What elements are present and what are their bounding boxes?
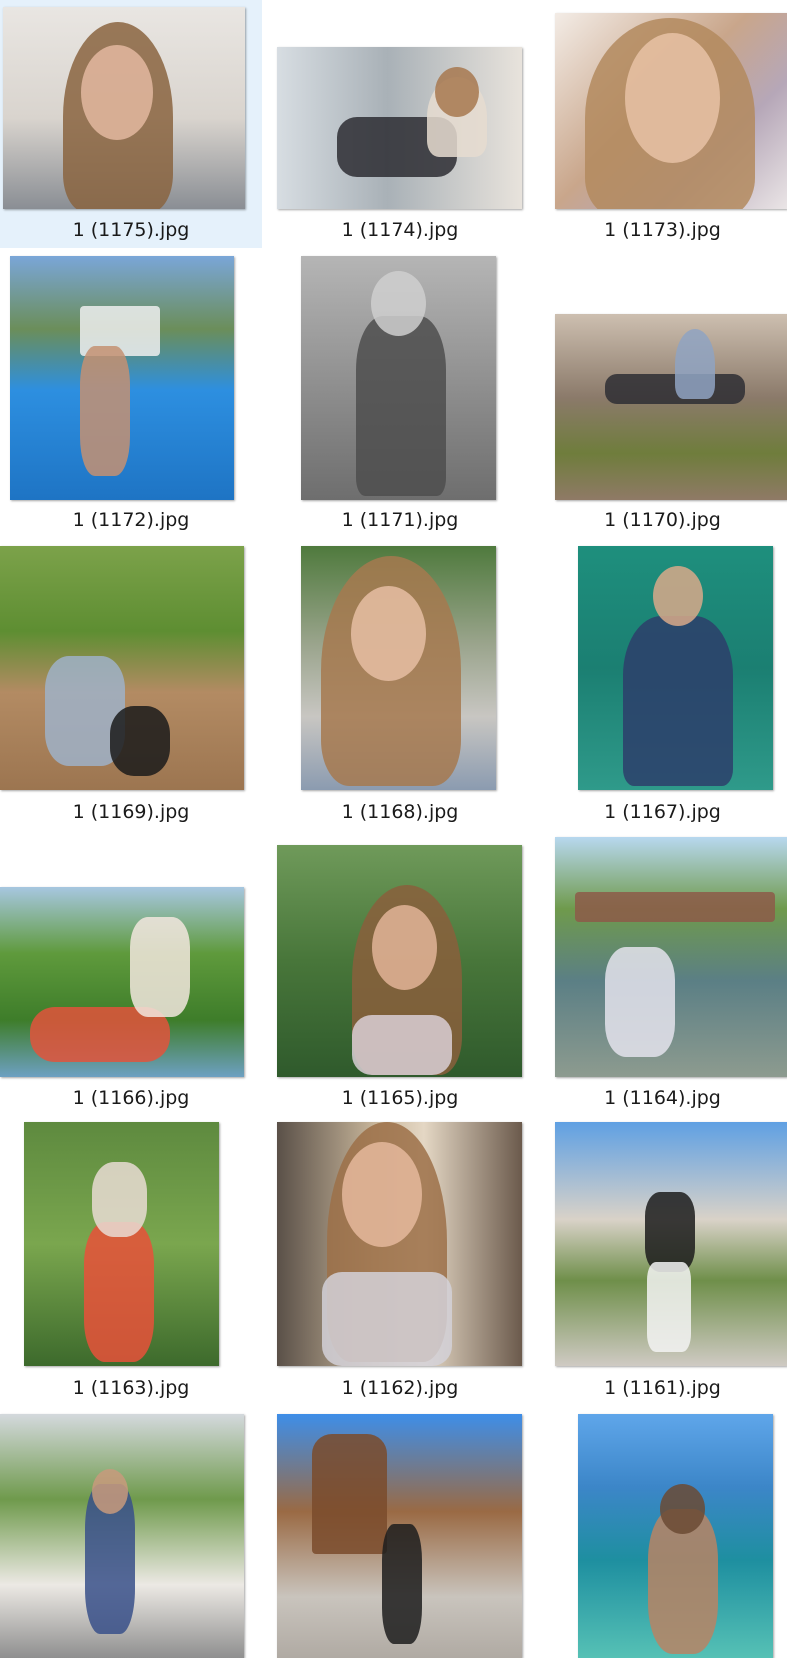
file-name-label: 1 (1162).jpg	[341, 1377, 459, 1399]
file-tile[interactable]: 1 (1175).jpg	[0, 0, 262, 248]
file-name-label: 1 (1170).jpg	[604, 509, 721, 531]
thumbnail-image	[0, 546, 244, 790]
file-tile[interactable]: 1 (1173).jpg	[538, 0, 787, 248]
file-tile[interactable]: 1 (1165).jpg	[262, 832, 538, 1122]
file-tile[interactable]: 1 (1162).jpg	[262, 1122, 538, 1414]
thumbnail-image	[555, 13, 787, 209]
file-name-label: 1 (1172).jpg	[72, 509, 190, 531]
file-tile[interactable]: 1 (1174).jpg	[262, 0, 538, 248]
thumbnail-image	[555, 1122, 787, 1366]
thumbnail-image	[301, 256, 496, 500]
thumbnail-image	[24, 1122, 219, 1366]
file-tile[interactable]: 1 (1163).jpg	[0, 1122, 262, 1414]
file-tile[interactable]: 1 (1172).jpg	[0, 248, 262, 540]
thumbnail-image	[0, 887, 244, 1077]
thumbnail-image	[555, 837, 787, 1077]
file-name-label: 1 (1169).jpg	[72, 801, 190, 823]
file-tile[interactable]: 1 (1164).jpg	[538, 832, 787, 1122]
file-tile[interactable]: 1 (1169).jpg	[0, 540, 262, 832]
file-tile[interactable]	[0, 1414, 262, 1658]
file-name-label: 1 (1166).jpg	[72, 1087, 190, 1109]
thumbnail-image	[277, 1122, 522, 1366]
file-name-label: 1 (1175).jpg	[72, 219, 190, 241]
thumbnail-image	[277, 47, 522, 209]
file-thumbnail-grid: 1 (1175).jpg 1 (1174).jpg 1 (1173).jpg 1…	[0, 0, 787, 1658]
thumbnail-image	[3, 7, 245, 209]
thumbnail-image	[555, 314, 787, 500]
file-tile[interactable]: 1 (1168).jpg	[262, 540, 538, 832]
thumbnail-image	[0, 1414, 244, 1658]
file-name-label: 1 (1173).jpg	[604, 219, 721, 241]
file-name-label: 1 (1163).jpg	[72, 1377, 190, 1399]
file-tile[interactable]: 1 (1170).jpg	[538, 248, 787, 540]
file-tile[interactable]: 1 (1161).jpg	[538, 1122, 787, 1414]
thumbnail-image	[277, 845, 522, 1077]
thumbnail-image	[301, 546, 496, 790]
file-tile[interactable]	[538, 1414, 787, 1658]
file-name-label: 1 (1165).jpg	[341, 1087, 459, 1109]
file-tile[interactable]	[262, 1414, 538, 1658]
file-tile[interactable]: 1 (1171).jpg	[262, 248, 538, 540]
file-tile[interactable]: 1 (1167).jpg	[538, 540, 787, 832]
file-name-label: 1 (1174).jpg	[341, 219, 459, 241]
thumbnail-image	[578, 546, 773, 790]
file-name-label: 1 (1171).jpg	[341, 509, 459, 531]
file-name-label: 1 (1164).jpg	[604, 1087, 721, 1109]
file-name-label: 1 (1161).jpg	[604, 1377, 721, 1399]
thumbnail-image	[578, 1414, 773, 1658]
thumbnail-image	[277, 1414, 522, 1658]
file-name-label: 1 (1168).jpg	[341, 801, 459, 823]
file-tile[interactable]: 1 (1166).jpg	[0, 832, 262, 1122]
thumbnail-image	[10, 256, 234, 500]
file-name-label: 1 (1167).jpg	[604, 801, 721, 823]
